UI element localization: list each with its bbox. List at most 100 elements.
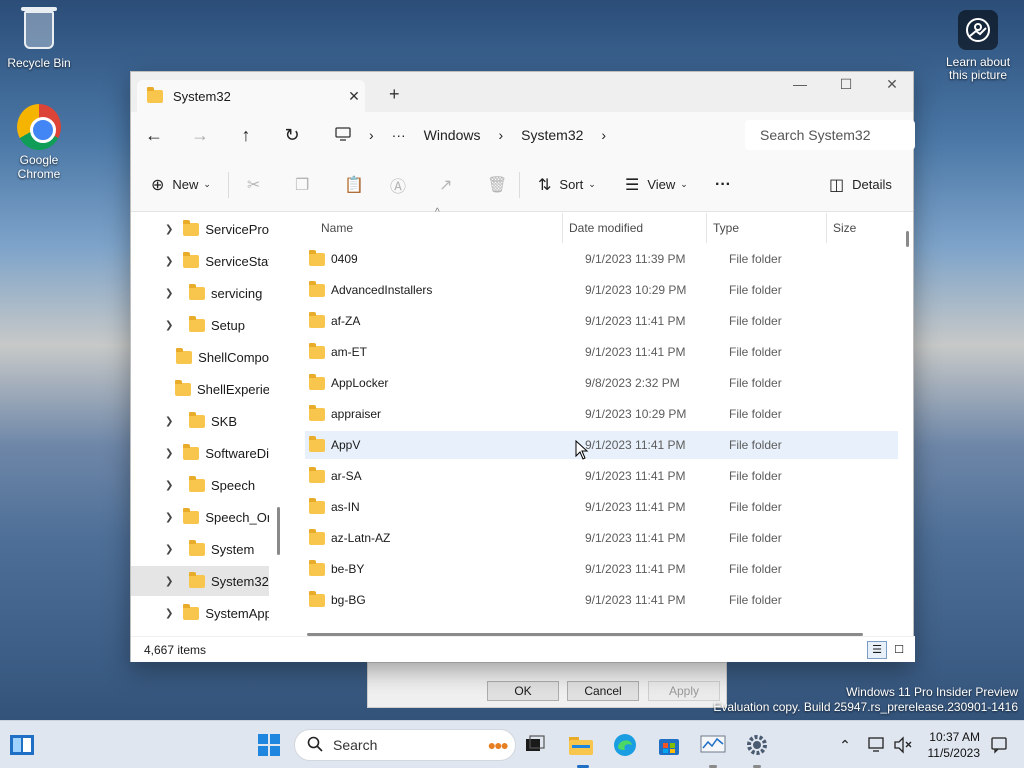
column-header-name[interactable]: Name ^ (315, 207, 563, 243)
list-item[interactable]: as-IN 9/1/2023 11:41 PM File folder (305, 493, 898, 521)
file-explorer-icon[interactable] (568, 732, 594, 758)
list-item[interactable]: bg-BG 9/1/2023 11:41 PM File folder (305, 586, 898, 614)
performance-monitor-icon[interactable] (700, 732, 726, 758)
file-date: 9/1/2023 11:41 PM (585, 593, 686, 607)
taskbar-search[interactable]: Search ●●● (294, 729, 516, 761)
address-bar[interactable]: › ··· Windows › System32 › (335, 120, 735, 150)
folder-icon (189, 315, 205, 332)
tab-system32[interactable]: System32 ✕ (137, 80, 365, 112)
chevron-right-icon[interactable]: › (601, 127, 606, 143)
chevron-right-icon[interactable]: ❯ (165, 608, 173, 619)
up-button[interactable]: ↑ (223, 125, 269, 146)
close-tab-icon[interactable]: ✕ (343, 88, 365, 105)
edge-icon[interactable] (612, 732, 638, 758)
share-icon[interactable]: ↗ (439, 175, 452, 195)
ok-button[interactable]: OK (487, 681, 559, 701)
chevron-up-icon[interactable]: ⌃ (832, 732, 858, 758)
view-button[interactable]: ☰ View ⌄ (625, 175, 688, 195)
tree-item[interactable]: ❯ ServiceProf (131, 214, 269, 244)
file-list[interactable]: Name ^ Date modified Type Size 0409 9/1/20… (289, 207, 915, 636)
chevron-right-icon[interactable]: ❯ (165, 288, 179, 299)
cut-icon[interactable]: ✂ (247, 175, 260, 195)
notifications-icon[interactable] (986, 732, 1012, 758)
tree-scrollbar[interactable] (277, 507, 280, 555)
close-window-button[interactable]: ✕ (869, 76, 915, 93)
tree-item[interactable]: ❯ SystemApp (131, 598, 269, 628)
breadcrumb-windows[interactable]: Windows (424, 127, 481, 143)
widgets-icon[interactable] (9, 732, 35, 758)
navigation-pane[interactable]: ❯ ServiceProf ❯ ServiceState ❯ servicing ❯ S… (131, 213, 281, 636)
tree-item[interactable]: ❯ Setup (131, 310, 269, 340)
details-view-icon[interactable]: ☰ (867, 641, 887, 659)
list-item-hovered[interactable]: AppV 9/1/2023 11:41 PM File folder (305, 431, 898, 459)
tree-item[interactable]: ❯ Speech_On (131, 502, 269, 532)
chevron-right-icon[interactable]: ❯ (165, 320, 179, 331)
details-button[interactable]: ◫ Details (829, 175, 892, 195)
delete-icon[interactable]: 🗑 (487, 175, 507, 195)
tree-item[interactable]: ❯ ServiceState (131, 246, 269, 276)
search-input[interactable]: Search System32 (745, 120, 915, 150)
task-view-icon[interactable] (522, 732, 548, 758)
chevron-right-icon[interactable]: ❯ (165, 416, 179, 427)
tree-item[interactable]: ShellExperie (131, 374, 269, 404)
copy-icon[interactable]: ❐ (295, 175, 309, 195)
column-header-date[interactable]: Date modified (563, 213, 707, 243)
learn-about-picture[interactable]: Learn about this picture (938, 10, 1018, 82)
list-item[interactable]: AppLocker 9/8/2023 2:32 PM File folder (305, 369, 898, 397)
settings-gear-icon[interactable] (744, 732, 770, 758)
refresh-button[interactable]: ↻ (269, 125, 315, 146)
network-icon[interactable] (864, 732, 890, 758)
folder-icon (183, 443, 200, 460)
chevron-right-icon[interactable]: ❯ (165, 480, 179, 491)
breadcrumb-system32[interactable]: System32 (521, 127, 583, 143)
chevron-right-icon[interactable]: ❯ (165, 544, 179, 555)
chevron-right-icon[interactable]: ❯ (165, 224, 173, 235)
tree-item-label: System32 (211, 573, 269, 589)
list-item[interactable]: az-Latn-AZ 9/1/2023 11:41 PM File folder (305, 524, 898, 552)
list-item[interactable]: ar-SA 9/1/2023 11:41 PM File folder (305, 462, 898, 490)
back-button[interactable]: ← (131, 125, 177, 146)
tree-item[interactable]: ❯ servicing (131, 278, 269, 308)
store-icon[interactable] (656, 732, 682, 758)
desktop-icon-recycle-bin[interactable]: Recycle Bin (2, 7, 76, 70)
sort-button[interactable]: ⇅ Sort ⌄ (538, 175, 596, 195)
desktop-icon-chrome[interactable]: Google Chrome (2, 104, 76, 181)
new-button[interactable]: ⊕ New ⌄ (151, 175, 211, 195)
details-pane-icon: ◫ (829, 176, 845, 194)
volume-muted-icon[interactable] (890, 732, 916, 758)
tiles-view-icon[interactable]: ☐ (889, 641, 909, 659)
list-item[interactable]: am-ET 9/1/2023 11:41 PM File folder (305, 338, 898, 366)
cancel-button[interactable]: Cancel (567, 681, 639, 701)
chevron-right-icon[interactable]: ❯ (165, 448, 173, 459)
tree-item[interactable]: ❯ SoftwareDis (131, 438, 269, 468)
tree-item[interactable]: ❯ System (131, 534, 269, 564)
tree-item[interactable]: ShellCompo (131, 342, 269, 372)
rename-icon[interactable]: Ⓐ (390, 173, 406, 197)
chevron-right-icon[interactable]: ❯ (165, 256, 173, 267)
chevron-right-icon[interactable]: ❯ (165, 512, 173, 523)
list-item[interactable]: af-ZA 9/1/2023 11:41 PM File folder (305, 307, 898, 335)
tree-item[interactable]: ❯ SKB (131, 406, 269, 436)
paste-icon[interactable]: 📋 (344, 175, 364, 195)
tree-item-selected[interactable]: ❯ System32 (131, 566, 269, 596)
start-icon[interactable] (256, 732, 282, 758)
tree-item[interactable]: ❯ Speech (131, 470, 269, 500)
chevron-right-icon[interactable]: ❯ (165, 576, 179, 587)
forward-button[interactable]: → (177, 125, 223, 146)
more-options-button[interactable]: ··· (715, 176, 731, 194)
breadcrumb-overflow[interactable]: ··· (392, 127, 406, 143)
apply-button[interactable]: Apply (648, 681, 720, 701)
file-name: 0409 (331, 252, 358, 266)
column-header-type[interactable]: Type (707, 213, 827, 243)
list-item[interactable]: 0409 9/1/2023 11:39 PM File folder (305, 245, 898, 273)
new-tab-button[interactable]: + (389, 84, 400, 105)
minimize-button[interactable]: — (777, 76, 823, 92)
list-item[interactable]: be-BY 9/1/2023 11:41 PM File folder (305, 555, 898, 583)
list-item[interactable]: AdvancedInstallers 9/1/2023 10:29 PM File … (305, 276, 898, 304)
maximize-button[interactable]: ☐ (823, 76, 869, 93)
vertical-scrollbar[interactable] (906, 231, 909, 247)
list-item[interactable]: appraiser 9/1/2023 10:29 PM File folder (305, 400, 898, 428)
system-clock[interactable]: 10:37 AM 11/5/2023 (928, 729, 981, 761)
search-highlight-icon: ●●● (487, 737, 509, 753)
column-header-size[interactable]: Size (827, 213, 897, 243)
